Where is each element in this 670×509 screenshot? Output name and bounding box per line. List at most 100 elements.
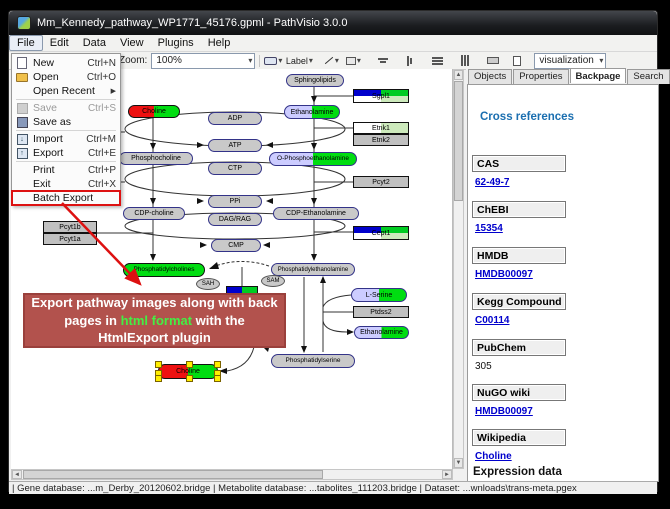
align-center-button[interactable]	[374, 53, 392, 68]
xref-link-kegg[interactable]: C00114	[475, 315, 509, 326]
xref-section-wikipedia: Wikipedia	[472, 429, 566, 446]
node-dag[interactable]: DAG/RAG	[208, 213, 262, 226]
node-cdp-ethanolamine[interactable]: CDP-Ethanolamine	[273, 207, 359, 220]
xref-section-cas: CAS	[472, 155, 566, 172]
file-menu-dropdown: New Ctrl+N Open Ctrl+O Open Recent ▶ Sav…	[11, 53, 121, 206]
node-phosphatidylcholines[interactable]: Phosphatidylcholines	[123, 263, 205, 277]
menu-item-label: Save	[33, 102, 88, 114]
menu-item-label: Open	[33, 71, 87, 83]
node-choline-selected[interactable]: Choline	[158, 364, 218, 379]
node-l-serine[interactable]: L-Serine	[351, 288, 407, 302]
node-sgpl1[interactable]: Sgpl1	[353, 89, 409, 103]
xref-link-chebi[interactable]: 15354	[475, 223, 503, 234]
node-ptdss2[interactable]: Ptdss2	[353, 306, 409, 318]
selection-handle[interactable]	[214, 361, 221, 368]
gene-tool-button[interactable]: ▾	[264, 53, 282, 68]
menu-item-batch-export[interactable]: Batch Export	[12, 191, 120, 205]
canvas-vertical-scrollbar[interactable]: ▲ ▼	[453, 69, 464, 469]
node-etnk1[interactable]: Etnk1	[353, 122, 409, 134]
vertical-scroll-thumb[interactable]	[454, 81, 463, 201]
selection-handle[interactable]	[155, 375, 162, 382]
text-format-button[interactable]	[508, 53, 526, 68]
scroll-left-button[interactable]: ◄	[12, 470, 22, 479]
node-o-phosphoethanolamine[interactable]: O-Phosphoethanolamine	[269, 152, 357, 166]
line-tool-button[interactable]: ▾	[322, 53, 340, 68]
menu-view[interactable]: View	[113, 36, 151, 50]
menu-item-save-as[interactable]: Save as	[12, 115, 120, 129]
title-bar[interactable]: Mm_Kennedy_pathway_WP1771_45176.gpml - P…	[9, 11, 657, 35]
node-phosphatidylethanolamine[interactable]: Phosphatidylethanolamine	[271, 263, 355, 276]
node-ppi[interactable]: PPi	[208, 195, 262, 208]
visualization-combobox[interactable]: visualization ▾	[534, 53, 606, 69]
node-etnk2[interactable]: Etnk2	[353, 134, 409, 146]
node-ethanolamine[interactable]: Ethanolamine	[284, 105, 340, 119]
scroll-right-button[interactable]: ►	[442, 470, 452, 479]
print-button[interactable]	[484, 53, 502, 68]
zoom-combobox[interactable]: 100% ▾	[151, 53, 255, 69]
menu-file[interactable]: File	[9, 35, 43, 51]
scroll-down-button[interactable]: ▼	[454, 458, 463, 468]
xref-section-kegg: Kegg Compound	[472, 293, 566, 310]
node-cept1[interactable]: Cept1	[353, 226, 409, 240]
label-tool-button[interactable]: Label ▾	[282, 53, 316, 68]
xref-link-nugo[interactable]: HMDB00097	[475, 406, 533, 417]
menu-item-open-recent[interactable]: Open Recent ▶	[12, 84, 120, 98]
selection-handle[interactable]	[155, 361, 162, 368]
menu-item-exit[interactable]: Exit Ctrl+X	[12, 177, 120, 191]
distribute-vertical-button[interactable]	[428, 53, 446, 68]
app-icon	[17, 16, 31, 30]
horizontal-scroll-thumb[interactable]	[23, 470, 323, 479]
menu-item-print[interactable]: Print Ctrl+P	[12, 163, 120, 177]
node-pcyt1b[interactable]: Pcyt1b	[43, 221, 97, 233]
xref-link-wikipedia[interactable]: Choline	[475, 451, 512, 462]
distribute-vertical-icon	[432, 57, 443, 59]
arrow-up-icon: ▲	[456, 72, 462, 78]
tab-search[interactable]: Search	[627, 69, 669, 84]
align-center-icon	[380, 61, 386, 63]
menu-item-shortcut: Ctrl+P	[88, 165, 116, 176]
menu-plugins[interactable]: Plugins	[151, 36, 201, 50]
menu-item-open[interactable]: Open Ctrl+O	[12, 70, 120, 84]
node-phosphatidylserine[interactable]: Phosphatidylserine	[271, 354, 355, 368]
empty-icon	[15, 86, 29, 97]
node-sah[interactable]: SAH	[196, 278, 220, 290]
tab-backpage[interactable]: Backpage	[570, 68, 627, 83]
menu-edit[interactable]: Edit	[43, 36, 76, 50]
node-ctp[interactable]: CTP	[208, 162, 262, 175]
shape-tool-button[interactable]: ▾	[344, 53, 362, 68]
expression-data-header: Expression data	[473, 466, 562, 478]
selection-handle[interactable]	[186, 375, 193, 382]
selection-handle[interactable]	[214, 375, 221, 382]
distribute-horizontal-icon	[461, 55, 463, 66]
node-pcyt2[interactable]: Pcyt2	[353, 176, 409, 188]
tab-properties[interactable]: Properties	[513, 69, 568, 84]
menu-item-export[interactable]: ↑ Export Ctrl+E	[12, 146, 120, 160]
xref-link-hmdb[interactable]: HMDB00097	[475, 269, 533, 280]
menu-item-new[interactable]: New Ctrl+N	[12, 56, 120, 70]
distribute-vertical-icon	[432, 63, 443, 65]
scroll-up-button[interactable]: ▲	[454, 70, 463, 80]
menu-help[interactable]: Help	[201, 36, 238, 50]
node-sphingolipids[interactable]: Sphingolipids	[286, 74, 344, 87]
menu-bar: File Edit Data View Plugins Help	[9, 35, 657, 52]
tab-objects[interactable]: Objects	[468, 69, 512, 84]
node-cdp-choline[interactable]: CDP-choline	[123, 207, 185, 220]
menu-item-import[interactable]: ↓ Import Ctrl+M	[12, 132, 120, 146]
node-adp[interactable]: ADP	[208, 112, 262, 125]
xref-link-cas[interactable]: 62-49-7	[475, 177, 509, 188]
node-pcyt1a[interactable]: Pcyt1a	[43, 233, 97, 245]
node-sam[interactable]: SAM	[261, 275, 285, 287]
selection-handle[interactable]	[186, 361, 193, 368]
menu-item-label: Save as	[33, 116, 116, 128]
menu-data[interactable]: Data	[76, 36, 113, 50]
distribute-horizontal-button[interactable]	[456, 53, 474, 68]
canvas-horizontal-scrollbar[interactable]: ◄ ►	[11, 469, 453, 480]
node-atp[interactable]: ATP	[208, 139, 262, 152]
shape-icon	[346, 57, 356, 65]
node-choline[interactable]: Choline	[128, 105, 180, 118]
node-cmp[interactable]: CMP	[211, 239, 261, 252]
align-middle-button[interactable]	[400, 53, 418, 68]
pathvisio-window: Mm_Kennedy_pathway_WP1771_45176.gpml - P…	[8, 10, 658, 492]
node-phosphocholine[interactable]: Phosphocholine	[119, 152, 193, 165]
node-ethanolamine-2[interactable]: Ethanolamine	[354, 326, 409, 339]
